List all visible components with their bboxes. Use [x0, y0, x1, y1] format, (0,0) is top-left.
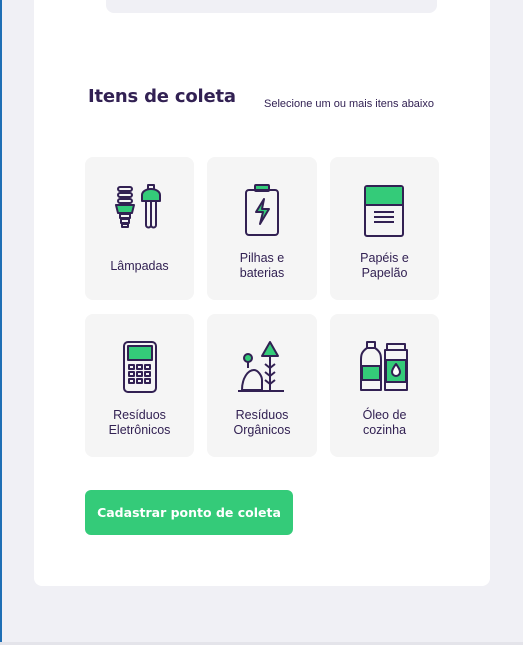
item-oleo-cozinha[interactable]: Óleo de cozinha: [330, 314, 439, 457]
items-grid: Lâmpadas Pilhas e baterias Papéis e Pape…: [85, 157, 439, 457]
item-residuos-organicos[interactable]: Resíduos Orgânicos: [207, 314, 317, 457]
item-residuos-eletronicos[interactable]: Resíduos Eletrônicos: [85, 314, 194, 457]
electronics-icon: [112, 340, 168, 396]
previous-field-remnant: [106, 0, 437, 13]
item-lampadas[interactable]: Lâmpadas: [85, 157, 194, 300]
item-papeis-papelao[interactable]: Papéis e Papelão: [330, 157, 439, 300]
item-label: Resíduos Orgânicos: [233, 408, 291, 437]
lamp-icon: [112, 183, 168, 239]
paper-icon: [357, 183, 413, 239]
item-pilhas-baterias[interactable]: Pilhas e baterias: [207, 157, 317, 300]
submit-button[interactable]: Cadastrar ponto de coleta: [85, 490, 293, 535]
window-left-edge: [0, 0, 2, 645]
item-label: Pilhas e baterias: [239, 251, 285, 280]
item-label: Papéis e Papelão: [360, 251, 409, 280]
oil-icon: [357, 340, 413, 396]
item-label: Lâmpadas: [110, 259, 169, 273]
section-hint: Selecione um ou mais itens abaixo: [264, 98, 434, 110]
organic-icon: [234, 340, 290, 396]
item-label: Resíduos Eletrônicos: [108, 408, 171, 437]
battery-icon: [234, 183, 290, 239]
item-label: Óleo de cozinha: [362, 408, 407, 437]
section-title: Itens de coleta: [88, 86, 236, 107]
